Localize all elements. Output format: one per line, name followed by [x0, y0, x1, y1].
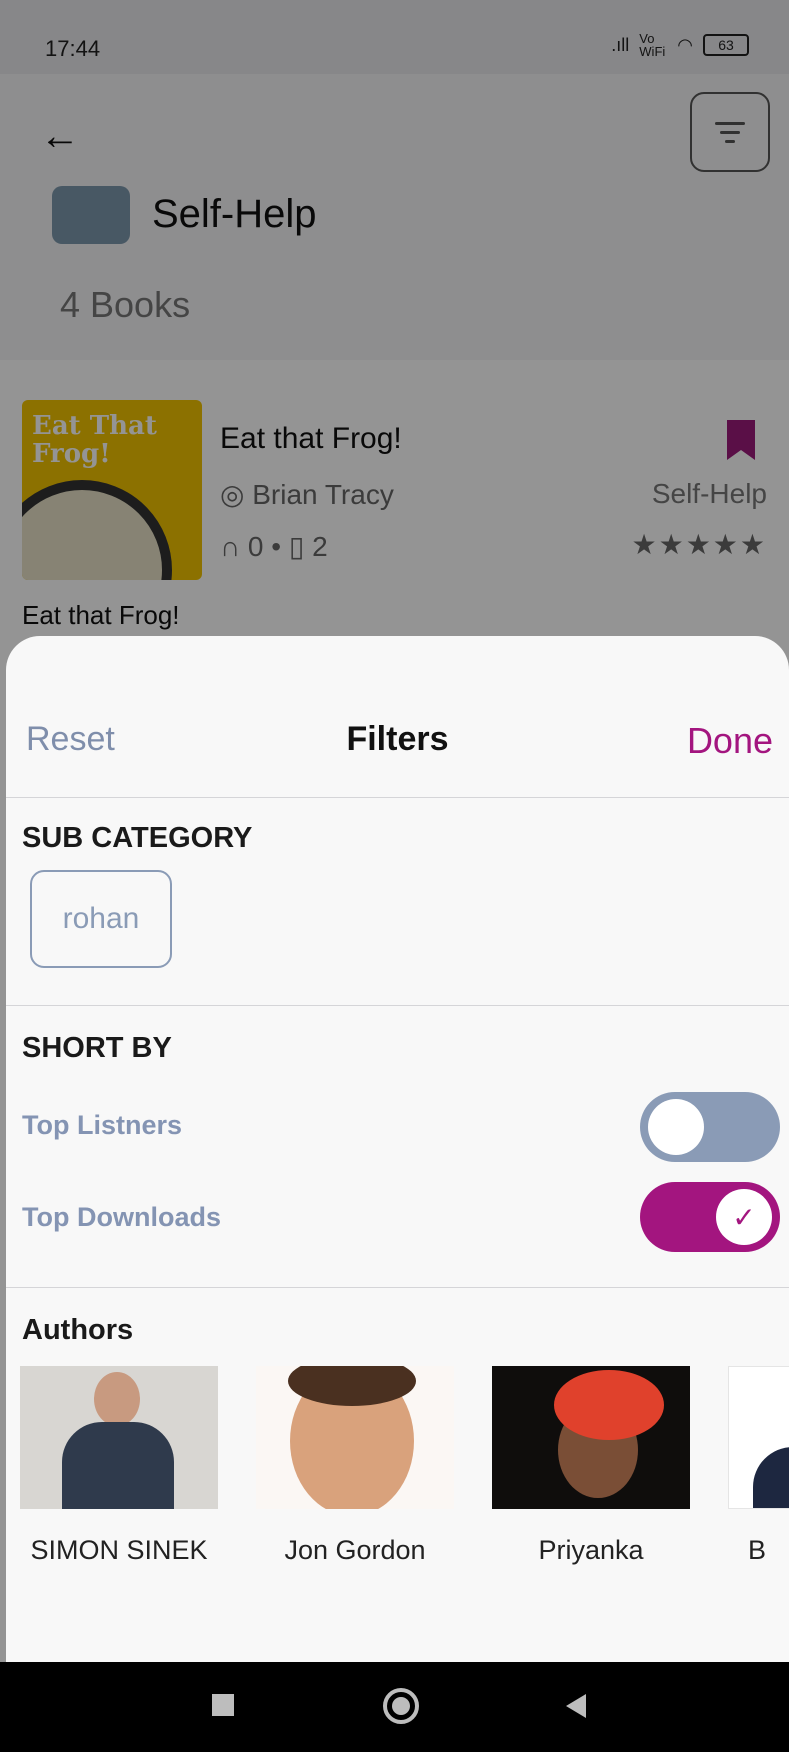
- sub-category-chip[interactable]: rohan: [30, 870, 172, 968]
- toggle-knob: [648, 1099, 704, 1155]
- check-icon: ✓: [716, 1189, 772, 1245]
- recents-icon[interactable]: [212, 1694, 234, 1716]
- author-name: SIMON SINEK: [30, 1535, 208, 1565]
- sort-option-label: Top Listners: [22, 1110, 183, 1140]
- author-card[interactable]: Priyanka: [492, 1366, 690, 1566]
- sheet-header: Reset Filters Done: [6, 636, 789, 798]
- sub-category-section: SUB CATEGORY rohan: [6, 798, 789, 1006]
- photo-headwrap: [554, 1370, 664, 1440]
- home-icon[interactable]: [383, 1688, 419, 1724]
- author-photo: [256, 1366, 454, 1509]
- author-card[interactable]: SIMON SINEK: [20, 1366, 218, 1566]
- authors-section: Authors SIMON SINEK Jon Gordon Priyanka …: [6, 1288, 789, 1662]
- sheet-title: Filters: [346, 720, 449, 758]
- photo-body: [62, 1422, 174, 1509]
- screen: 17:44 .ıll Vo WiFi ◠ 63 ← Self-Help 4 Bo…: [0, 0, 789, 1752]
- system-nav-bar: [0, 1662, 789, 1752]
- author-photo: [728, 1366, 789, 1509]
- sort-option-label: Top Downloads: [22, 1202, 221, 1232]
- sort-by-title: SHORT BY: [22, 1032, 172, 1064]
- done-button[interactable]: Done: [687, 720, 773, 762]
- author-name: B: [748, 1535, 767, 1565]
- authors-title: Authors: [22, 1314, 134, 1346]
- author-name: Priyanka: [538, 1535, 644, 1565]
- photo-body: [753, 1447, 789, 1508]
- photo-head: [94, 1372, 140, 1426]
- author-photo: [20, 1366, 218, 1509]
- sort-by-section: SHORT BY Top Listners Top Downloads ✓: [6, 1006, 789, 1288]
- top-downloads-toggle[interactable]: ✓: [640, 1182, 780, 1252]
- sub-category-title: SUB CATEGORY: [22, 822, 253, 854]
- author-photo: [492, 1366, 690, 1509]
- back-icon[interactable]: [566, 1694, 586, 1718]
- author-card[interactable]: B: [728, 1366, 789, 1566]
- filters-sheet: Reset Filters Done SUB CATEGORY rohan SH…: [6, 636, 789, 1662]
- authors-carousel[interactable]: SIMON SINEK Jon Gordon Priyanka B: [20, 1366, 789, 1566]
- top-listeners-toggle[interactable]: [640, 1092, 780, 1162]
- author-card[interactable]: Jon Gordon: [256, 1366, 454, 1566]
- author-name: Jon Gordon: [284, 1535, 426, 1565]
